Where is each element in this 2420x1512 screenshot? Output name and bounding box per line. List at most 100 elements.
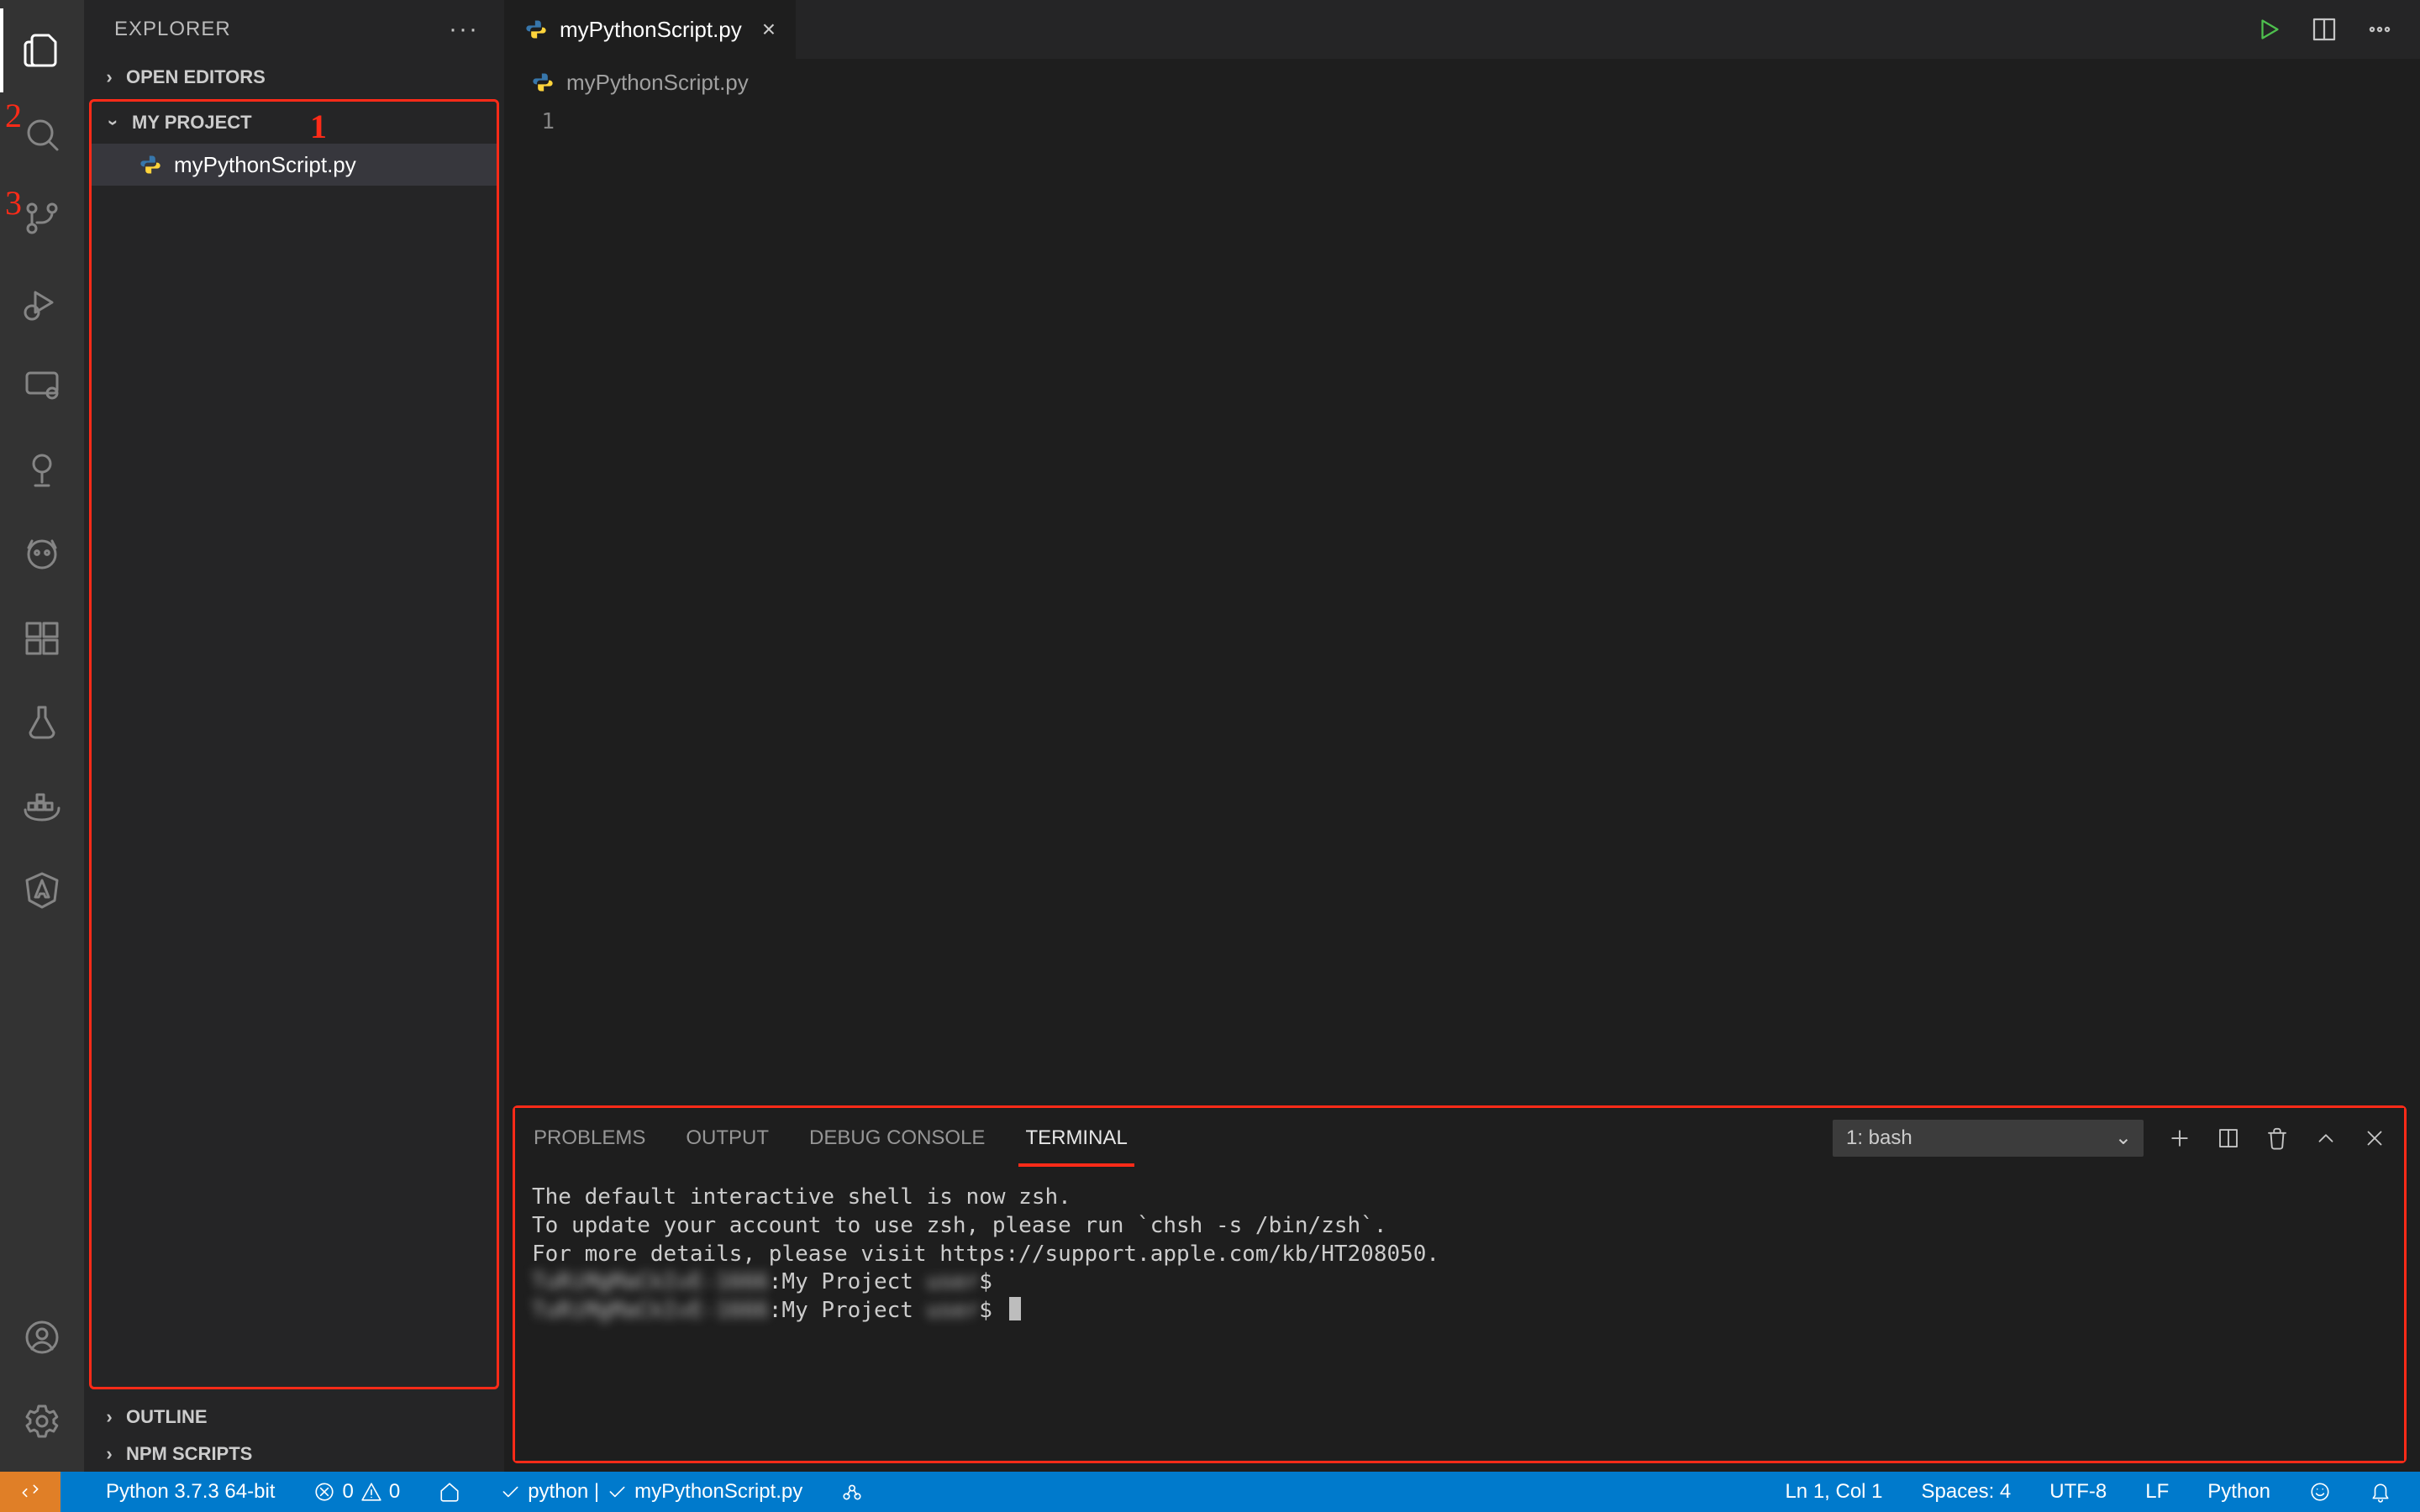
open-editors-label: OPEN EDITORS: [126, 66, 266, 88]
python-icon: [524, 18, 548, 41]
project-name: MY PROJECT: [132, 112, 252, 134]
status-errors: 0: [342, 1480, 353, 1504]
open-editors-section[interactable]: › OPEN EDITORS: [84, 59, 504, 96]
terminal-line: The default interactive shell is now zsh…: [532, 1184, 1071, 1210]
status-home[interactable]: [430, 1481, 469, 1503]
tab-actions: [2254, 0, 2420, 59]
run-icon[interactable]: [2254, 14, 2284, 45]
status-encoding[interactable]: UTF-8: [2041, 1480, 2115, 1504]
status-feedback[interactable]: [2301, 1481, 2339, 1503]
terminal-body[interactable]: The default interactive shell is now zsh…: [515, 1168, 2404, 1461]
outline-section[interactable]: › OUTLINE: [84, 1398, 504, 1435]
file-row[interactable]: myPythonScript.py: [92, 144, 497, 186]
python-icon: [531, 71, 555, 94]
terminal-selector-label: 1: bash: [1846, 1126, 1912, 1150]
chevron-up-icon[interactable]: [2313, 1126, 2338, 1151]
remote-explorer-icon: [22, 366, 62, 407]
code-content[interactable]: [578, 106, 2420, 1105]
tabstrip: myPythonScript.py ×: [504, 0, 2420, 59]
status-live-share[interactable]: [833, 1481, 871, 1503]
npm-scripts-section[interactable]: › NPM SCRIPTS: [84, 1435, 504, 1472]
terminal-prompt-symbol: $: [979, 1298, 1005, 1323]
remote-icon: [19, 1481, 41, 1503]
code-editor[interactable]: 1: [504, 106, 2420, 1105]
chevron-down-icon: ›: [103, 113, 124, 133]
status-language-label: Python: [2207, 1480, 2270, 1504]
terminal-selector[interactable]: 1: bash ⌄: [1833, 1120, 2144, 1157]
panel-tabs: PROBLEMS OUTPUT DEBUG CONSOLE TERMINAL 1…: [515, 1108, 2404, 1168]
warning-icon: [360, 1481, 382, 1503]
terminal-user-blur: user: [927, 1269, 980, 1294]
remote-indicator[interactable]: [0, 1472, 60, 1512]
debug-icon: [22, 282, 62, 323]
project-folder-header[interactable]: › MY PROJECT 1: [92, 102, 497, 144]
activity-run-debug[interactable]: [0, 260, 84, 344]
activity-account[interactable]: [0, 1295, 84, 1379]
status-lint-file: myPythonScript.py: [634, 1480, 802, 1504]
search-icon: [22, 114, 62, 155]
feedback-icon: [2309, 1481, 2331, 1503]
terminal-prompt-path: :My Project: [769, 1298, 927, 1323]
activity-flask[interactable]: [0, 680, 84, 764]
new-terminal-icon[interactable]: [2167, 1126, 2192, 1151]
activity-bot[interactable]: [0, 512, 84, 596]
close-icon[interactable]: ×: [754, 16, 776, 43]
activity-explorer[interactable]: [0, 8, 84, 92]
explorer-header: EXPLORER ···: [84, 0, 504, 59]
explorer-title: EXPLORER: [114, 18, 231, 41]
status-warnings: 0: [389, 1480, 400, 1504]
line-gutter: 1: [504, 106, 578, 1105]
status-spaces[interactable]: Spaces: 4: [1913, 1480, 2020, 1504]
status-problems[interactable]: 0 0: [305, 1480, 408, 1504]
file-name: myPythonScript.py: [174, 152, 356, 178]
panel-tab-terminal[interactable]: TERMINAL: [1023, 1121, 1128, 1155]
status-language[interactable]: Python: [2199, 1480, 2279, 1504]
more-icon[interactable]: [2365, 14, 2395, 45]
activity-search[interactable]: [0, 92, 84, 176]
home-icon: [439, 1481, 460, 1503]
extensions-icon: [22, 618, 62, 659]
panel-tab-problems[interactable]: PROBLEMS: [532, 1121, 647, 1155]
panel-tab-output[interactable]: OUTPUT: [684, 1121, 771, 1155]
npm-scripts-label: NPM SCRIPTS: [126, 1443, 252, 1465]
activity-source-control[interactable]: [0, 176, 84, 260]
chevron-right-icon: ›: [99, 66, 119, 88]
check-icon: [499, 1481, 521, 1503]
project-section: › MY PROJECT 1 myPythonScript.py: [89, 99, 499, 1389]
outline-label: OUTLINE: [126, 1406, 208, 1428]
status-notifications[interactable]: [2361, 1481, 2400, 1503]
terminal-line: To update your account to use zsh, pleas…: [532, 1213, 1386, 1238]
split-editor-icon[interactable]: [2309, 14, 2339, 45]
status-ln-col-label: Ln 1, Col 1: [1785, 1480, 1882, 1504]
files-icon: [22, 30, 62, 71]
error-icon: [313, 1481, 335, 1503]
tree-icon: [22, 450, 62, 491]
activity-test[interactable]: [0, 428, 84, 512]
status-python[interactable]: Python 3.7.3 64-bit: [97, 1480, 283, 1504]
breadcrumb-file: myPythonScript.py: [566, 70, 749, 96]
status-lint-label: python |: [528, 1480, 599, 1504]
panel-tab-debug-console[interactable]: DEBUG CONSOLE: [808, 1121, 986, 1155]
status-eol[interactable]: LF: [2137, 1480, 2177, 1504]
explorer-more-icon[interactable]: ···: [449, 15, 479, 44]
activity-angular[interactable]: [0, 848, 84, 932]
activity-settings[interactable]: [0, 1379, 84, 1463]
python-icon: [139, 153, 162, 176]
flask-icon: [22, 702, 62, 743]
activity-remote-explorer[interactable]: [0, 344, 84, 428]
tab-mypythonscript[interactable]: myPythonScript.py ×: [504, 0, 796, 59]
status-encoding-label: UTF-8: [2049, 1480, 2107, 1504]
status-bar: Python 3.7.3 64-bit 0 0 python | myPytho…: [0, 1472, 2420, 1512]
split-terminal-icon[interactable]: [2216, 1126, 2241, 1151]
bell-icon: [2370, 1481, 2391, 1503]
breadcrumb[interactable]: myPythonScript.py: [504, 59, 2420, 106]
status-lint[interactable]: python | myPythonScript.py: [491, 1480, 811, 1504]
chevron-down-icon: ⌄: [2115, 1126, 2132, 1150]
activity-extensions[interactable]: [0, 596, 84, 680]
kill-terminal-icon[interactable]: [2265, 1126, 2290, 1151]
git-branch-icon: [22, 198, 62, 239]
close-panel-icon[interactable]: [2362, 1126, 2387, 1151]
status-ln-col[interactable]: Ln 1, Col 1: [1776, 1480, 1891, 1504]
activity-docker[interactable]: [0, 764, 84, 848]
terminal-prompt-symbol: $: [979, 1269, 1005, 1294]
